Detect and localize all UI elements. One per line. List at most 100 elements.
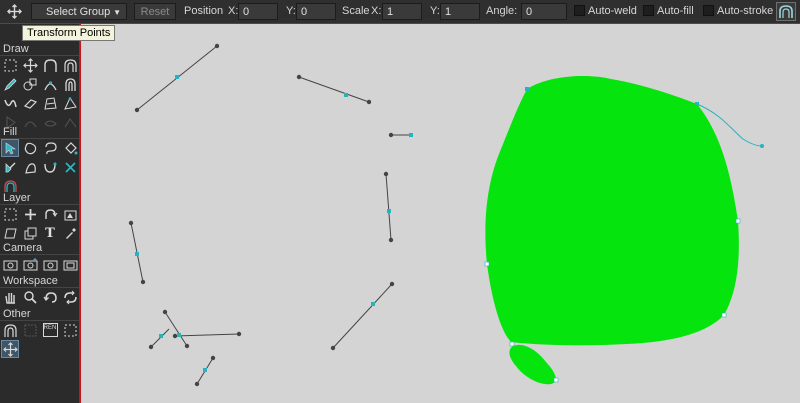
auto-fill-label: Auto-fill: [657, 5, 694, 17]
tool-transform-points-active[interactable]: [1, 340, 19, 358]
tool-layer-duplicate[interactable]: [21, 224, 39, 242]
position-y-input[interactable]: 0: [296, 3, 336, 20]
pen-fill-icon: [5, 162, 15, 172]
scale-y-input[interactable]: 1: [440, 3, 480, 20]
double-arch-icon: [63, 58, 77, 72]
tool-pen-fill[interactable]: [1, 158, 19, 176]
scale-label: Scale: [342, 5, 370, 17]
transform-move-icon: [2, 341, 18, 357]
blob-icon: [24, 142, 36, 154]
line-segments[interactable]: [130, 45, 411, 385]
refresh-icon: [63, 290, 77, 304]
warp-icon: [43, 96, 57, 110]
tool-curve[interactable]: [1, 94, 19, 112]
text-tool-glyph: T: [45, 225, 55, 241]
position-y-label: Y:: [286, 5, 296, 17]
triangle-icon: [63, 96, 77, 110]
angle-input[interactable]: 0: [521, 3, 567, 20]
green-fill-shape[interactable]: [485, 76, 739, 346]
tool-eyedropper[interactable]: [61, 224, 79, 242]
eraser-icon: [23, 98, 37, 109]
magnet-icon: [64, 77, 76, 91]
tool-triangle[interactable]: [61, 94, 79, 112]
auto-fill-checkbox[interactable]: [643, 5, 654, 16]
green-fill-small-shape[interactable]: [509, 344, 556, 385]
tool-camera-1[interactable]: [1, 255, 19, 273]
tool-layer-rotate[interactable]: [41, 205, 59, 223]
tool-marquee[interactable]: [61, 321, 79, 339]
tool-disabled-curve1: [21, 113, 39, 131]
tool-rect-select[interactable]: [1, 56, 19, 74]
magnifier-icon: [23, 290, 37, 304]
scale-x-input[interactable]: 1: [382, 3, 422, 20]
camera-icon: [63, 260, 77, 270]
reset-button[interactable]: Reset: [134, 3, 176, 20]
tool-text[interactable]: T: [41, 224, 59, 242]
tool-lasso[interactable]: [41, 139, 59, 157]
curve-disabled-icon: [64, 117, 76, 127]
select-group-dropdown[interactable]: Select Group ▼: [31, 3, 127, 20]
dashed-rect-icon: [4, 208, 16, 220]
tool-transform-points[interactable]: [1, 139, 19, 157]
tool-camera-2[interactable]: [21, 255, 39, 273]
angle-label: Angle:: [486, 5, 518, 17]
tool-arch-other[interactable]: [1, 321, 19, 339]
tool-zoom[interactable]: [21, 288, 39, 306]
tool-bucket[interactable]: [61, 139, 79, 157]
tool-fill-join[interactable]: [41, 158, 59, 176]
tool-panel: Draw Fill Layer T Camera Workspace Other…: [0, 24, 81, 403]
position-x-input[interactable]: 0: [238, 3, 278, 20]
tool-fill-shape[interactable]: [21, 158, 39, 176]
stroke-style-button[interactable]: [776, 2, 796, 21]
tool-move[interactable]: [21, 56, 39, 74]
tool-layer-skew[interactable]: [1, 224, 19, 242]
transform-move-icon[interactable]: [6, 3, 23, 20]
rotate-icon: [44, 208, 57, 219]
drawing-canvas[interactable]: [81, 24, 800, 403]
tool-redo[interactable]: [61, 288, 79, 306]
tool-arch[interactable]: [41, 56, 59, 74]
camera-icon: [43, 260, 57, 270]
tool-close-x[interactable]: [61, 158, 79, 176]
lasso-icon: [44, 141, 57, 154]
tool-camera-4[interactable]: [61, 255, 79, 273]
scale-x-label: X:: [371, 5, 382, 17]
render-label: REN: [42, 323, 58, 337]
bezier-icon: [43, 80, 57, 90]
arch-icon: [43, 58, 57, 72]
tool-hand[interactable]: [1, 288, 19, 306]
tool-pencil[interactable]: [1, 75, 19, 93]
fill-shape-icon: [24, 162, 36, 174]
hand-icon: [4, 292, 15, 304]
curve-icon: [3, 99, 17, 107]
tool-layer-image[interactable]: [61, 205, 79, 223]
tool-double-arch[interactable]: [61, 56, 79, 74]
tool-undo[interactable]: [41, 288, 59, 306]
tool-eraser[interactable]: [21, 94, 39, 112]
tool-render[interactable]: REN: [41, 321, 59, 339]
segment-endpoints[interactable]: [128, 43, 395, 387]
fill-join-icon: [43, 162, 56, 173]
auto-stroke-checkbox[interactable]: [703, 5, 714, 16]
position-x-label: X:: [228, 5, 239, 17]
tool-layer-add[interactable]: [21, 205, 39, 223]
tool-shapes[interactable]: [21, 75, 39, 93]
section-title-fill: Fill: [3, 126, 18, 138]
camera-icon: [3, 260, 17, 270]
eyedropper-icon: [65, 227, 76, 239]
tool-blob[interactable]: [21, 139, 39, 157]
segment-midpoints[interactable]: [135, 75, 413, 372]
tool-magnet[interactable]: [61, 75, 79, 93]
auto-weld-checkbox[interactable]: [574, 5, 585, 16]
tooltip: Transform Points: [22, 25, 116, 41]
tool-camera-3[interactable]: [41, 255, 59, 273]
tool-disabled-grid: [21, 321, 39, 339]
arch-icon: [3, 323, 17, 337]
plus-icon: [24, 208, 36, 220]
scale-y-label: Y:: [430, 5, 440, 17]
top-toolbar: Select Group ▼ Reset Position X: 0 Y: 0 …: [0, 0, 800, 24]
tool-bezier[interactable]: [41, 75, 59, 93]
tool-layer-select[interactable]: [1, 205, 19, 223]
tool-warp[interactable]: [41, 94, 59, 112]
auto-stroke-label: Auto-stroke: [717, 5, 774, 17]
